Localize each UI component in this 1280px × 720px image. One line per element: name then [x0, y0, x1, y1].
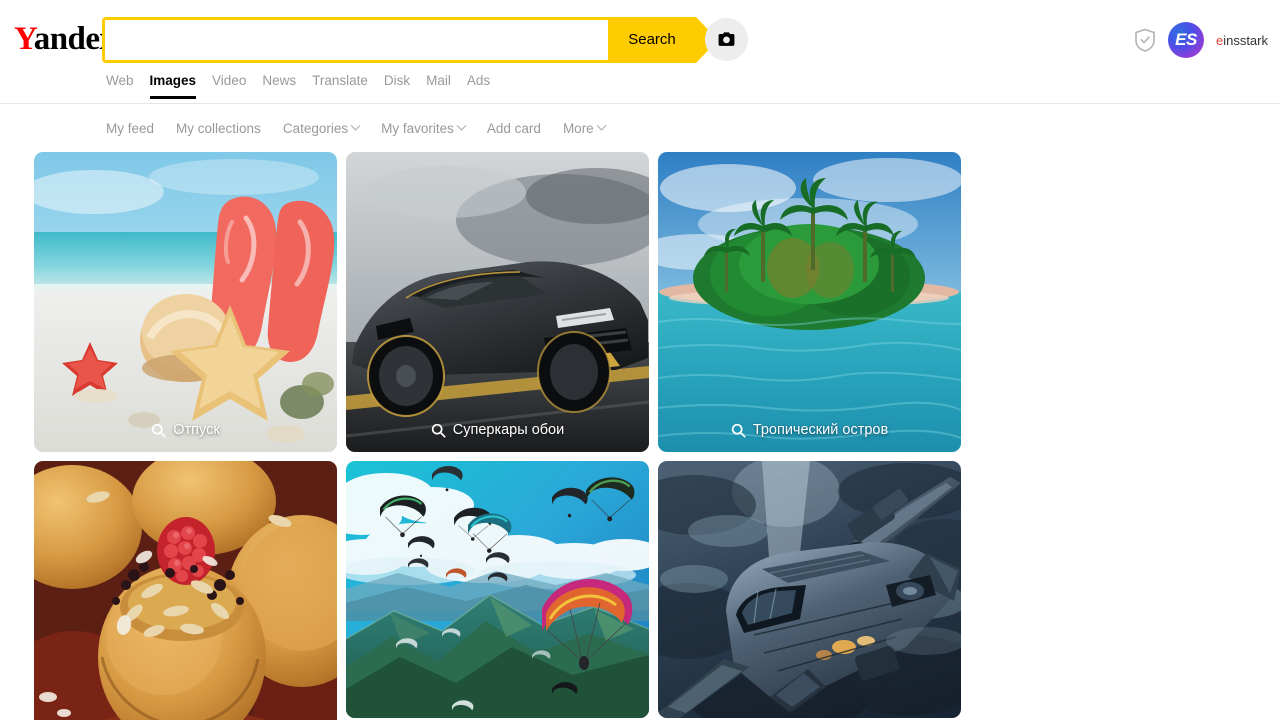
- tab-mail[interactable]: Mail: [426, 72, 451, 100]
- search-bar: Search: [102, 17, 718, 63]
- chevron-down-icon: [596, 120, 607, 131]
- logo-letter-y: Y: [14, 21, 34, 57]
- tab-web[interactable]: Web: [106, 72, 134, 100]
- subnav-label-my-favorites: My favorites: [381, 120, 454, 136]
- subnav-label-categories: Categories: [282, 120, 349, 136]
- page-header: Yandex Search Web Images Video News Tran…: [0, 0, 1280, 104]
- tab-images[interactable]: Images: [149, 72, 196, 100]
- tab-ads[interactable]: Ads: [467, 72, 490, 100]
- subnav-item-categories[interactable]: Categories: [282, 120, 361, 136]
- tab-disk[interactable]: Disk: [384, 72, 410, 100]
- search-input[interactable]: [102, 17, 608, 63]
- avatar[interactable]: ES: [1167, 22, 1204, 58]
- search-button[interactable]: Search: [608, 17, 718, 63]
- username-label[interactable]: einsstark: [1216, 33, 1268, 48]
- image-search-camera-button[interactable]: [705, 18, 748, 61]
- card-image-island: [658, 152, 961, 452]
- chevron-down-icon: [350, 120, 361, 131]
- subnav-item-my-collections[interactable]: My collections: [176, 121, 261, 136]
- collection-card[interactable]: [658, 461, 961, 718]
- subnav-label-add-card: Add card: [486, 120, 541, 136]
- collection-card[interactable]: [346, 461, 649, 718]
- subnav-label-more: More: [562, 120, 594, 136]
- subnav-item-my-favorites[interactable]: My favorites: [381, 120, 467, 136]
- service-tabs: Web Images Video News Translate Disk Mai…: [106, 72, 490, 100]
- card-image-supercar: [346, 152, 649, 452]
- subnav-label-my-feed: My feed: [106, 120, 155, 136]
- tab-video[interactable]: Video: [212, 72, 246, 100]
- collection-card[interactable]: Суперкары обои: [346, 152, 649, 452]
- tab-translate[interactable]: Translate: [312, 72, 368, 100]
- card-image-beach: [34, 152, 337, 452]
- camera-icon: [717, 30, 736, 49]
- collections-subnav: My feed My collections Categories My fav…: [0, 104, 1280, 152]
- subnav-item-more[interactable]: More: [562, 120, 607, 136]
- collection-card[interactable]: Блюда из яблок: [34, 461, 337, 720]
- collections-grid: Отпуск Суперкары обои Тропический остров: [0, 152, 1280, 720]
- username-rest: insstark: [1223, 32, 1268, 48]
- subnav-item-my-feed[interactable]: My feed: [106, 121, 154, 136]
- tab-news[interactable]: News: [262, 72, 296, 100]
- subnav-item-add-card[interactable]: Add card: [487, 121, 541, 136]
- card-image-paragliders: [346, 461, 649, 718]
- subnav-label-my-collections: My collections: [176, 120, 261, 136]
- chevron-down-icon: [456, 120, 467, 131]
- shield-check-icon[interactable]: [1134, 28, 1156, 52]
- yandex-logo[interactable]: Yandex: [14, 22, 116, 56]
- collection-card[interactable]: Отпуск: [34, 152, 337, 452]
- card-image-spaceship: [658, 461, 961, 718]
- user-area: ES einsstark: [1134, 22, 1268, 58]
- collection-card[interactable]: Тропический остров: [658, 152, 961, 452]
- card-image-apples: [34, 461, 337, 720]
